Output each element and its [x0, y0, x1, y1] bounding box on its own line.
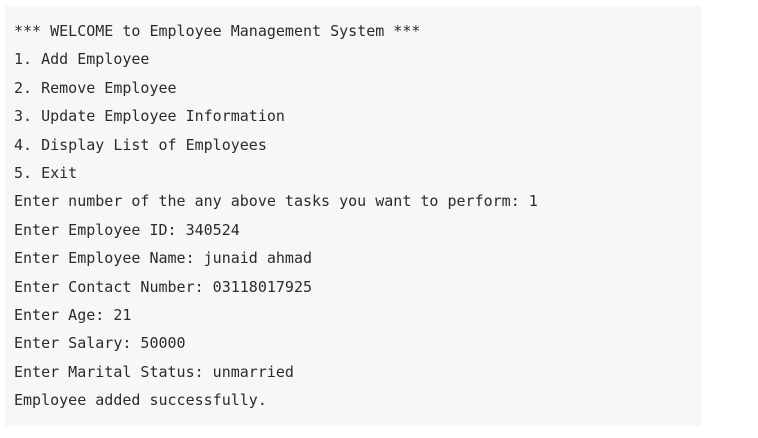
success-message: Employee added successfully.	[14, 391, 267, 410]
menu-item-add-employee: 1. Add Employee	[14, 50, 150, 69]
employee-id-prompt: Enter Employee ID: 340524	[14, 220, 240, 239]
contact-number-prompt: Enter Contact Number: 03118017925	[14, 277, 313, 296]
menu-item-display-employees: 4. Display List of Employees	[14, 135, 267, 154]
marital-status-prompt: Enter Marital Status: unmarried	[14, 362, 294, 381]
salary-prompt: Enter Salary: 50000	[14, 334, 186, 353]
menu-item-update-employee: 3. Update Employee Information	[14, 107, 285, 126]
employee-name-prompt: Enter Employee Name: junaid ahmad	[14, 249, 313, 268]
welcome-banner: *** WELCOME to Employee Management Syste…	[14, 22, 421, 40]
console-output: *** WELCOME to Employee Management Syste…	[5, 6, 701, 426]
menu-item-remove-employee: 2. Remove Employee	[14, 78, 177, 97]
age-prompt: Enter Age: 21	[14, 305, 132, 324]
task-prompt: Enter number of the any above tasks you …	[14, 192, 538, 211]
menu-item-exit: 5. Exit	[14, 163, 78, 182]
